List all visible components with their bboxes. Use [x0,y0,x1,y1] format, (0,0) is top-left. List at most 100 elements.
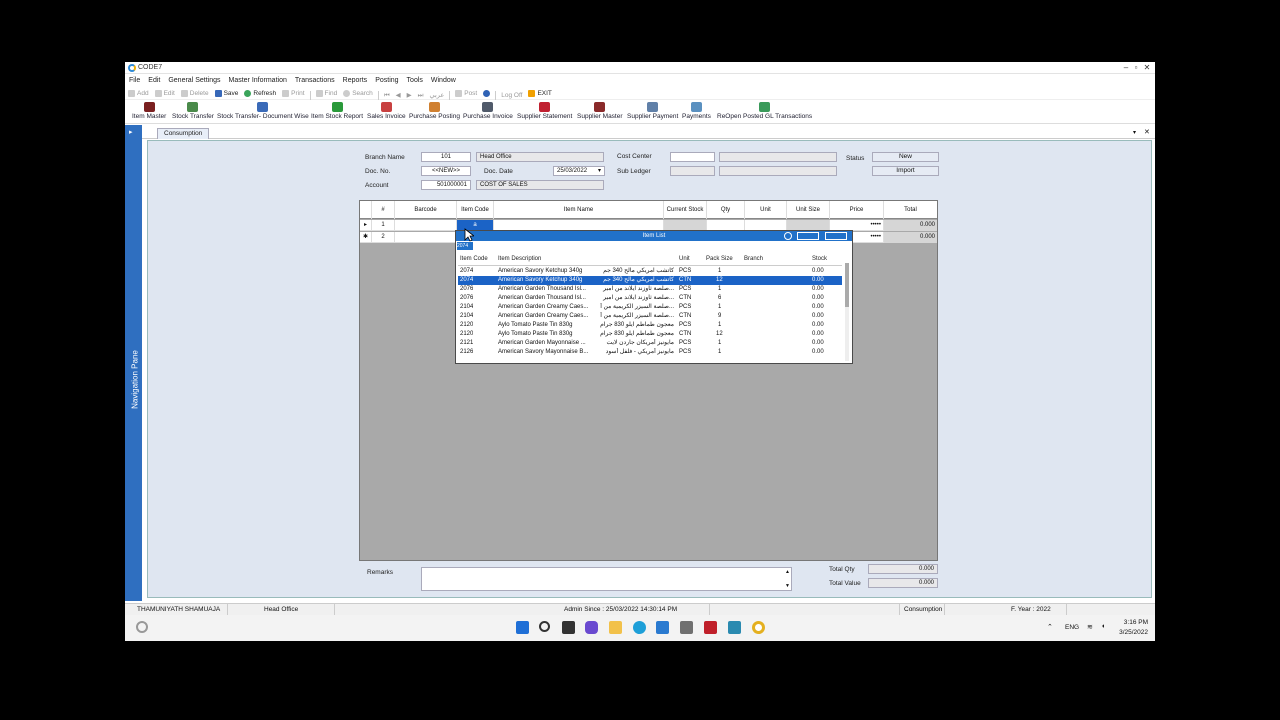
list-item[interactable]: 2104 American Garden Creamy Caes... صلصة ا… [458,312,842,321]
minimize-icon[interactable]: – [1121,63,1131,73]
popup-scrollbar[interactable] [845,263,849,361]
list-item[interactable]: 2104 American Garden Creamy Caes... صلصة ا… [458,303,842,312]
clock-date[interactable]: 3/25/2022 [1115,629,1148,636]
find-button[interactable]: Find [313,87,341,100]
ribbon-supplier-master[interactable]: Supplier Master [577,101,623,120]
list-item[interactable]: 2074 American Savory Ketchup 340g كاتشب ام… [458,276,842,285]
scroll-down-icon[interactable]: ▼ [785,582,790,590]
code7-taskbar-icon[interactable] [752,621,765,634]
save-button[interactable]: Save [212,87,242,100]
popup-header-stock[interactable]: Stock [812,256,827,262]
list-item[interactable]: 2120 Aylo Tomato Paste Tin 830g معجون طماط… [458,330,842,339]
menu-tools[interactable]: Tools [403,75,427,86]
tab-consumption[interactable]: Consumption [157,128,210,139]
list-item[interactable]: 2074 American Savory Ketchup 340g كاتشب ام… [458,267,842,276]
cost-center-code-field[interactable] [670,152,715,162]
ribbon-purchase-invoice[interactable]: Purchase Invoice [463,101,513,120]
item-list-popup[interactable]: Item List 2074 Item Code Item Descriptio… [455,230,853,364]
list-item[interactable]: 2076 American Garden Thousand Isl... صلصة … [458,294,842,303]
refresh-button[interactable]: Refresh [241,87,279,100]
search-button[interactable]: Search [340,87,376,100]
volume-icon[interactable]: ◖ [1101,623,1105,630]
doc-no-field[interactable]: <<NEW>> [421,166,471,176]
file-explorer-icon[interactable] [609,621,622,634]
edge-icon[interactable] [633,621,646,634]
search-icon[interactable] [539,621,550,632]
list-item[interactable]: 2120 Aylo Tomato Paste Tin 830g معجون طماط… [458,321,842,330]
edit-button[interactable]: Edit [152,87,178,100]
language-indicator[interactable]: ENG [1065,624,1079,631]
grid-header-num[interactable]: # [372,201,395,219]
tab-dropdown-icon[interactable]: ▾ [1133,129,1136,136]
list-item[interactable]: 2126 American Savory Mayonnaise B... مايون… [458,348,842,357]
account-code-field[interactable]: 501000001 [421,180,471,190]
restore-icon[interactable]: ▫ [1131,63,1141,73]
wifi-icon[interactable]: ≋ [1087,623,1093,631]
gear-icon[interactable] [784,232,792,240]
ribbon-supplier-payment[interactable]: Supplier Payment [627,101,678,120]
chevron-up-icon[interactable]: ⌃ [1047,623,1053,631]
grid-header-item-name[interactable]: Item Name [494,201,664,219]
grid-header-total[interactable]: Total [884,201,937,219]
ribbon-stock-transfer-docwise[interactable]: Stock Transfer- Document Wise [217,101,309,120]
ribbon-payments[interactable]: Payments [682,101,711,120]
menu-edit[interactable]: Edit [144,75,164,86]
tab-close-icon[interactable]: ✕ [1144,128,1150,136]
menu-file[interactable]: File [125,75,144,86]
menu-reports[interactable]: Reports [339,75,372,86]
grid-header-item-code[interactable]: Item Code [457,201,494,219]
chat-icon[interactable] [585,621,598,634]
scrollbar-thumb[interactable] [845,263,849,307]
grid-header-barcode[interactable]: Barcode [395,201,457,219]
help-icon[interactable] [480,90,493,97]
store-icon[interactable] [656,621,669,634]
grid-toggle-icon[interactable] [825,232,847,240]
ribbon-sales-invoice[interactable]: Sales Invoice [367,101,406,120]
popup-header-unit[interactable]: Unit [679,256,690,262]
menu-transactions[interactable]: Transactions [291,75,339,86]
close-icon[interactable]: ✕ [1142,63,1152,73]
item-search-input[interactable]: 2074 [457,242,473,250]
menu-master-information[interactable]: Master Information [225,75,291,86]
menu-general-settings[interactable]: General Settings [164,75,224,86]
exit-button[interactable]: EXIT [525,87,554,100]
app-red-icon[interactable] [704,621,717,634]
calculator-icon[interactable] [680,621,693,634]
row-barcode-cell[interactable] [395,220,457,231]
ribbon-supplier-statement[interactable]: Supplier Statement [517,101,572,120]
popup-header-pack-size[interactable]: Pack Size [706,256,733,262]
menu-posting[interactable]: Posting [371,75,402,86]
ribbon-purchase-posting[interactable]: Purchase Posting [409,101,460,120]
scroll-up-icon[interactable]: ▲ [785,568,790,576]
calendar-dropdown-icon[interactable]: ▾ [598,167,601,175]
delete-button[interactable]: Delete [178,87,212,100]
grid-header-unit-size[interactable]: Unit Size [787,201,830,219]
add-button[interactable]: Add [125,87,152,100]
import-button[interactable]: Import [872,166,939,176]
ribbon-reopen-gl[interactable]: ReOpen Posted GL Transactions [717,101,812,120]
popup-header-item-description[interactable]: Item Description [498,256,541,262]
grid-header-current-stock[interactable]: Current Stock [664,201,707,219]
ribbon-item-stock-report[interactable]: Item Stock Report [311,101,363,120]
row-barcode-cell[interactable] [395,232,457,243]
menu-window[interactable]: Window [427,75,460,86]
grid-header-price[interactable]: Price [830,201,884,219]
list-item[interactable]: 2076 American Garden Thousand Isl... صلصة … [458,285,842,294]
filter-toggle-icon[interactable] [797,232,819,240]
ribbon-stock-transfer[interactable]: Stock Transfer [172,101,214,120]
widgets-icon[interactable] [136,621,148,633]
post-button[interactable]: Post [452,87,480,100]
popup-header-branch[interactable]: Branch [744,256,763,262]
doc-date-field[interactable]: 25/03/2022 ▾ [553,166,605,176]
notepad-icon[interactable] [728,621,741,634]
branch-code-field[interactable]: 101 [421,152,471,162]
print-button[interactable]: Print [279,87,307,100]
grid-header-unit[interactable]: Unit [745,201,787,219]
clock-time[interactable]: 3:16 PM [1120,619,1148,626]
grid-header-qty[interactable]: Qty [707,201,745,219]
ribbon-item-master[interactable]: Item Master [132,101,166,120]
list-item[interactable]: 2121 American Garden Mayonnaise ... مايوني… [458,339,842,348]
remarks-textarea[interactable]: ▲ ▼ [421,567,792,591]
expand-icon[interactable]: ▸ [129,128,133,136]
popup-header-item-code[interactable]: Item Code [460,256,488,262]
